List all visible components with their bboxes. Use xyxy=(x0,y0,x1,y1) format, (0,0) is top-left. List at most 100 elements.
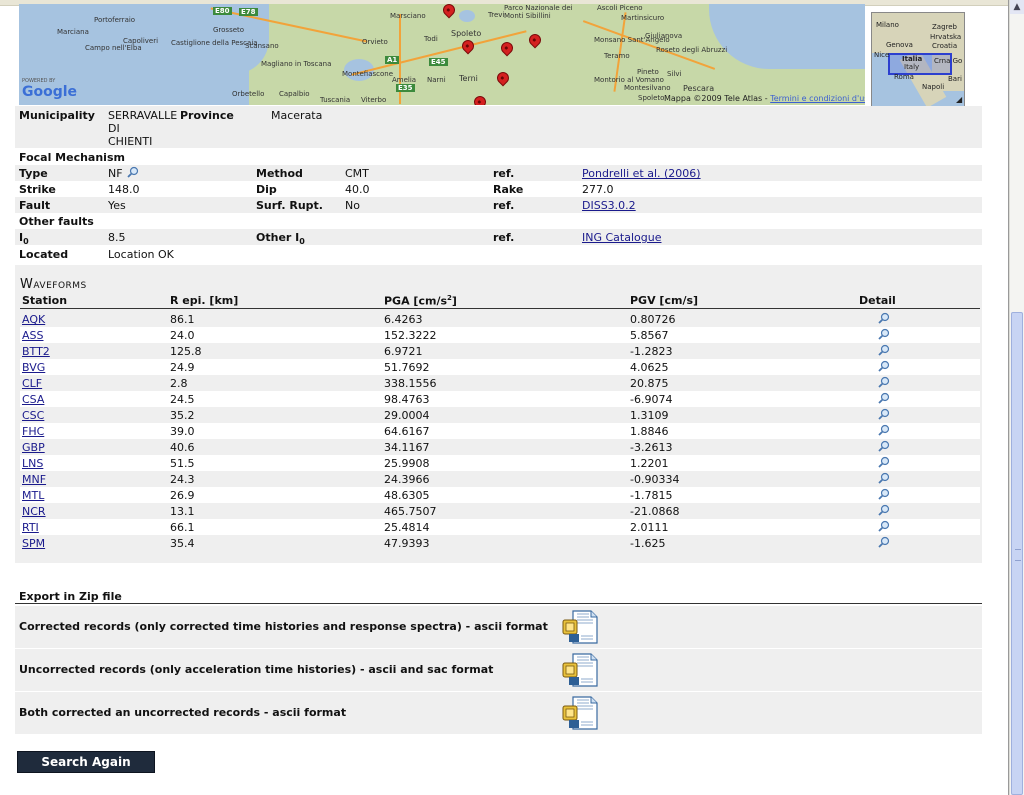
focal-mechanism-heading: Focal Mechanism xyxy=(19,151,125,164)
map-label: Ascoli Piceno xyxy=(597,4,643,12)
map-marker-icon[interactable] xyxy=(459,37,477,55)
road-badge: E80 xyxy=(213,7,232,15)
map-marker-icon[interactable] xyxy=(471,93,489,105)
station-link[interactable]: CSC xyxy=(22,409,44,422)
road-badge: E78 xyxy=(239,8,258,16)
table-row: LNS 51.5 25.9908 1.2201 xyxy=(20,455,980,471)
map-marker-icon[interactable] xyxy=(494,69,512,87)
road-badge: A1 xyxy=(385,56,400,64)
station-link[interactable]: CSA xyxy=(22,393,44,406)
detail-magnifier-icon[interactable] xyxy=(878,472,890,484)
map-view[interactable]: Portoferraio Marciana Campo nell'Elba Ca… xyxy=(19,4,865,105)
header-divider xyxy=(20,308,980,309)
map-label: Spoleto xyxy=(638,94,665,102)
pgv-cell: -1.2823 xyxy=(630,345,673,358)
strike-label: Strike xyxy=(19,183,56,196)
pga-cell: 6.4263 xyxy=(384,313,423,326)
terms-link[interactable]: Termini e condizioni d'uso xyxy=(770,94,865,103)
detail-magnifier-icon[interactable] xyxy=(878,408,890,420)
zip-file-download-icon[interactable] xyxy=(561,608,599,646)
minimap-label: Nice xyxy=(874,51,890,59)
map-marker-icon[interactable] xyxy=(440,4,458,19)
station-link[interactable]: RTI xyxy=(22,521,39,534)
overview-minimap[interactable]: Milano Zagreb Hrvatska Genova Croatia Ni… xyxy=(871,12,965,107)
pgv-cell: -1.7815 xyxy=(630,489,673,502)
map-label: Capalbio xyxy=(279,90,310,98)
zip-file-download-icon[interactable] xyxy=(561,694,599,732)
detail-magnifier-icon[interactable] xyxy=(878,488,890,500)
pga-cell: 98.4763 xyxy=(384,393,430,406)
detail-magnifier-icon[interactable] xyxy=(878,456,890,468)
minimap-label: Genova xyxy=(886,41,913,49)
zip-file-download-icon[interactable] xyxy=(561,651,599,689)
other-i0-label: Other I0 xyxy=(256,231,305,246)
detail-magnifier-icon[interactable] xyxy=(878,392,890,404)
map-label: Capoliveri xyxy=(123,37,159,45)
magnifier-icon[interactable] xyxy=(127,166,139,178)
station-link[interactable]: MNF xyxy=(22,473,46,486)
road-badge: E35 xyxy=(396,84,415,92)
scrollbar-grip-icon xyxy=(1015,549,1021,561)
map-label: Martinsicuro xyxy=(621,14,665,22)
pga-cell: 24.3966 xyxy=(384,473,430,486)
scrollbar-thumb[interactable] xyxy=(1011,312,1023,795)
surf-rupt-label: Surf. Rupt. xyxy=(256,199,323,212)
vertical-scrollbar[interactable]: ▲ xyxy=(1009,0,1024,795)
scroll-up-arrow-icon[interactable]: ▲ xyxy=(1010,0,1024,14)
station-link[interactable]: BTT2 xyxy=(22,345,50,358)
map-marker-icon[interactable] xyxy=(526,31,544,49)
fault-value: Yes xyxy=(108,199,126,212)
pga-cell: 152.3222 xyxy=(384,329,437,342)
detail-magnifier-icon[interactable] xyxy=(878,520,890,532)
diss-ref-link[interactable]: DISS3.0.2 xyxy=(582,199,636,212)
detail-magnifier-icon[interactable] xyxy=(878,376,890,388)
map-label: Teramo xyxy=(604,52,630,60)
rake-label: Rake xyxy=(493,183,524,196)
fault-row: Fault Yes Surf. Rupt. No ref. DISS3.0.2 xyxy=(15,197,982,213)
minimap-collapse-icon[interactable]: ◢ xyxy=(956,95,962,104)
station-link[interactable]: NCR xyxy=(22,505,46,518)
detail-magnifier-icon[interactable] xyxy=(878,504,890,516)
pondrelli-ref-link[interactable]: Pondrelli et al. (2006) xyxy=(582,167,701,180)
detail-magnifier-icon[interactable] xyxy=(878,328,890,340)
map-marker-icon[interactable] xyxy=(498,39,516,57)
map-label: Todi xyxy=(424,35,438,43)
table-row: FHC 39.0 64.6167 1.8846 xyxy=(20,423,980,439)
table-row: CSA 24.5 98.4763 -6.9074 xyxy=(20,391,980,407)
station-link[interactable]: SPM xyxy=(22,537,45,550)
station-link[interactable]: BVG xyxy=(22,361,45,374)
search-again-button[interactable]: Search Again xyxy=(17,751,155,773)
station-link[interactable]: GBP xyxy=(22,441,45,454)
detail-magnifier-icon[interactable] xyxy=(878,312,890,324)
table-row: ASS 24.0 152.3222 5.8567 xyxy=(20,327,980,343)
station-link[interactable]: FHC xyxy=(22,425,44,438)
detail-magnifier-icon[interactable] xyxy=(878,344,890,356)
map-label: Roseto degli Abruzzi xyxy=(656,46,728,54)
station-link[interactable]: LNS xyxy=(22,457,43,470)
detail-magnifier-icon[interactable] xyxy=(878,360,890,372)
municipality-row: Municipality SERRAVALLE DI CHIENTI Provi… xyxy=(15,106,982,148)
detail-magnifier-icon[interactable] xyxy=(878,536,890,548)
detail-magnifier-icon[interactable] xyxy=(878,440,890,452)
station-link[interactable]: ASS xyxy=(22,329,44,342)
google-logo[interactable]: Google xyxy=(22,84,77,100)
pga-cell: 47.9393 xyxy=(384,537,430,550)
minimap-label: Milano xyxy=(876,21,899,29)
map-label: Pineto xyxy=(637,68,659,76)
ing-catalogue-link[interactable]: ING Catalogue xyxy=(582,231,661,244)
repi-cell: 86.1 xyxy=(170,313,195,326)
station-link[interactable]: AQK xyxy=(22,313,45,326)
map-lake xyxy=(459,10,475,22)
map-label: Montefiascone xyxy=(342,70,394,78)
detail-magnifier-icon[interactable] xyxy=(878,424,890,436)
minimap-label: Crna Go xyxy=(934,57,963,65)
station-link[interactable]: CLF xyxy=(22,377,42,390)
table-row: CLF 2.8 338.1556 20.875 xyxy=(20,375,980,391)
table-row: BVG 24.9 51.7692 4.0625 xyxy=(20,359,980,375)
table-row: BTT2 125.8 6.9721 -1.2823 xyxy=(20,343,980,359)
station-link[interactable]: MTL xyxy=(22,489,44,502)
repi-cell: 13.1 xyxy=(170,505,195,518)
other-i0-subscript: 0 xyxy=(299,237,305,247)
located-row: Located Location OK xyxy=(15,246,982,262)
pgv-cell: 1.3109 xyxy=(630,409,669,422)
